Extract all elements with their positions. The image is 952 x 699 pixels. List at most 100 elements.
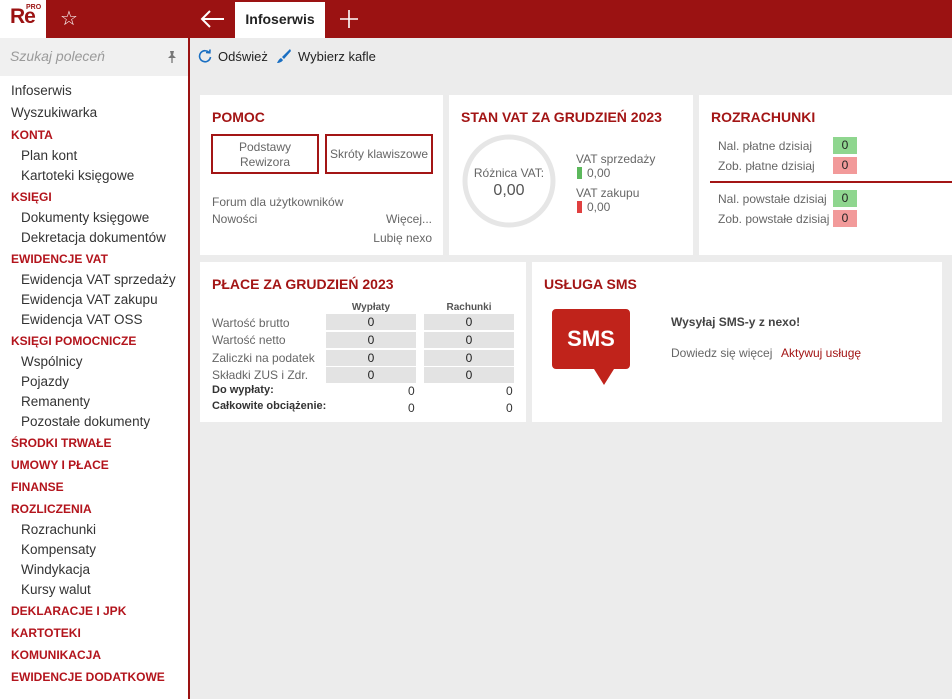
new-tab-plus-icon[interactable]	[336, 4, 362, 34]
basics-label-1: Podstawy	[238, 140, 292, 154]
sidebar-section-27[interactable]: KOMUNIKACJA	[0, 644, 188, 666]
payroll-row-label-2: Zaliczki na podatek	[212, 351, 315, 365]
settlement-value-0: 0	[833, 137, 857, 154]
sms-title: USŁUGA SMS	[544, 276, 637, 292]
vat-purchase-value: 0,00	[587, 200, 611, 214]
sidebar-item-16[interactable]: Pozostałe dokumenty	[0, 412, 188, 432]
sidebar-item-9[interactable]: Ewidencja VAT sprzedaży	[0, 270, 188, 290]
settlements-tile: ROZRACHUNKI Nal. płatne dzisiaj 0 Zob. p…	[699, 95, 952, 255]
shortcuts-button[interactable]: Skróty klawiszowe	[325, 134, 433, 174]
command-search[interactable]: Szukaj poleceń	[0, 38, 188, 76]
sidebar-section-12[interactable]: KSIĘGI POMOCNICZE	[0, 330, 188, 352]
sidebar-section-20[interactable]: ROZLICZENIA	[0, 498, 188, 520]
refresh-button[interactable]: Odśwież	[198, 48, 268, 66]
payroll-total-cost-r: 0	[506, 401, 513, 415]
sidebar-item-4[interactable]: Kartoteki księgowe	[0, 166, 188, 186]
sidebar-section-25[interactable]: DEKLARACJE I JPK	[0, 600, 188, 622]
payroll-total-payout-label: Do wypłaty:	[212, 384, 274, 396]
top-bar: Re PRO ☆ Infoserwis	[0, 0, 952, 38]
sidebar-item-1[interactable]: Wyszukiwarka	[0, 102, 188, 124]
sidebar-section-19[interactable]: FINANSE	[0, 476, 188, 498]
logo-sup: PRO	[26, 4, 42, 11]
sidebar-section-2[interactable]: KONTA	[0, 124, 188, 146]
payroll-payouts-2: 0	[326, 350, 416, 366]
sidebar-item-14[interactable]: Pojazdy	[0, 372, 188, 392]
sidebar-nav: Infoserwis Wyszukiwarka KONTA Plan kont Kart…	[0, 80, 188, 688]
tab-infoserwis[interactable]: Infoserwis	[235, 2, 325, 38]
sidebar-item-24[interactable]: Kursy walut	[0, 580, 188, 600]
sidebar-item-7[interactable]: Dekretacja dokumentów	[0, 228, 188, 248]
sidebar-section-17[interactable]: ŚRODKI TRWAŁE	[0, 432, 188, 454]
vat-purchase-marker	[577, 201, 582, 213]
sidebar-item-6[interactable]: Dokumenty księgowe	[0, 208, 188, 228]
sidebar-item-23[interactable]: Windykacja	[0, 560, 188, 580]
more-link[interactable]: Więcej...	[386, 212, 432, 226]
payroll-total-cost-w: 0	[408, 401, 415, 415]
settlements-divider	[710, 181, 952, 183]
vat-diff-label: Różnica VAT:	[473, 166, 545, 180]
col-payouts: Wypłaty	[351, 302, 391, 313]
vat-ring	[462, 134, 556, 228]
settlement-label-2[interactable]: Nal. powstałe dzisiaj	[718, 192, 827, 206]
refresh-label: Odśwież	[218, 49, 268, 64]
back-arrow-icon[interactable]	[196, 4, 228, 34]
sidebar-item-0[interactable]: Infoserwis	[0, 80, 188, 102]
sms-tile: USŁUGA SMS SMS Wysyłaj SMS-y z nexo! Dow…	[532, 262, 942, 422]
choose-tiles-button[interactable]: Wybierz kafle	[276, 48, 376, 66]
sms-headline: Wysyłaj SMS-y z nexo!	[671, 315, 801, 329]
sidebar-item-13[interactable]: Wspólnicy	[0, 352, 188, 372]
vat-sales-marker	[577, 167, 582, 179]
settlement-label-0[interactable]: Nal. płatne dzisiaj	[718, 139, 812, 153]
forum-link[interactable]: Forum dla użytkowników	[212, 195, 343, 209]
vat-purchase-label: VAT zakupu	[576, 186, 640, 200]
settlement-label-3[interactable]: Zob. powstałe dzisiaj	[718, 212, 829, 226]
payroll-payouts-3: 0	[326, 367, 416, 383]
payroll-bills-0: 0	[424, 314, 514, 330]
basics-label-2: Rewizora	[239, 155, 290, 169]
payroll-title: PŁACE ZA GRUDZIEŃ 2023	[212, 276, 394, 292]
like-nexo-link[interactable]: Lubię nexo	[373, 231, 432, 245]
vat-diff-value: 0,00	[493, 182, 525, 199]
sms-learn-more-link[interactable]: Dowiedz się więcej	[671, 346, 772, 360]
payroll-bills-2: 0	[424, 350, 514, 366]
sms-logo-text: SMS	[567, 326, 615, 351]
col-bills: Rachunki	[446, 302, 492, 313]
settlements-title: ROZRACHUNKI	[711, 109, 816, 125]
favorites-star-icon[interactable]: ☆	[55, 6, 83, 32]
sidebar-item-11[interactable]: Ewidencja VAT OSS	[0, 310, 188, 330]
payroll-total-payout-w: 0	[408, 384, 415, 398]
brush-icon	[277, 49, 291, 63]
sms-activate-link[interactable]: Aktywuj usługę	[781, 346, 861, 360]
payroll-total-payout-r: 0	[506, 384, 513, 398]
vat-tile: STAN VAT ZA GRUDZIEŃ 2023 Różnica VAT: 0…	[449, 95, 693, 255]
sidebar-divider	[188, 38, 190, 699]
payroll-row-label-0: Wartość brutto	[212, 316, 290, 330]
sidebar-item-3[interactable]: Plan kont	[0, 146, 188, 166]
sidebar-section-28[interactable]: EWIDENCJE DODATKOWE	[0, 666, 188, 688]
settlement-value-3: 0	[833, 210, 857, 227]
payroll-tile: PŁACE ZA GRUDZIEŃ 2023 Wypłaty Rachunki …	[200, 262, 526, 422]
sidebar-section-26[interactable]: KARTOTEKI	[0, 622, 188, 644]
payroll-payouts-0: 0	[326, 314, 416, 330]
toolbar: Odśwież Wybierz kafle	[190, 38, 952, 76]
sidebar-item-22[interactable]: Kompensaty	[0, 540, 188, 560]
app-logo[interactable]: Re PRO	[0, 0, 46, 38]
sidebar-item-10[interactable]: Ewidencja VAT zakupu	[0, 290, 188, 310]
payroll-bills-1: 0	[424, 332, 514, 348]
sidebar-section-8[interactable]: EWIDENCJE VAT	[0, 248, 188, 270]
refresh-icon	[198, 49, 212, 63]
settlement-label-1[interactable]: Zob. płatne dzisiaj	[718, 159, 815, 173]
sidebar-item-15[interactable]: Remanenty	[0, 392, 188, 412]
settlement-value-2: 0	[833, 190, 857, 207]
help-tile: POMOC Podstawy Rewizora Skróty klawiszow…	[200, 95, 443, 255]
pin-icon[interactable]	[166, 50, 178, 64]
sidebar-section-18[interactable]: UMOWY I PŁACE	[0, 454, 188, 476]
vat-sales-label: VAT sprzedaży	[576, 152, 656, 166]
sidebar-item-21[interactable]: Rozrachunki	[0, 520, 188, 540]
news-link[interactable]: Nowości	[212, 212, 257, 226]
basics-button[interactable]: Podstawy Rewizora	[211, 134, 319, 174]
sidebar-section-5[interactable]: KSIĘGI	[0, 186, 188, 208]
payroll-total-cost-label: Całkowite obciążenie:	[212, 400, 327, 412]
search-input[interactable]: Szukaj poleceń	[10, 48, 105, 64]
sidebar: Szukaj poleceń Infoserwis Wyszukiwarka KON…	[0, 38, 188, 699]
